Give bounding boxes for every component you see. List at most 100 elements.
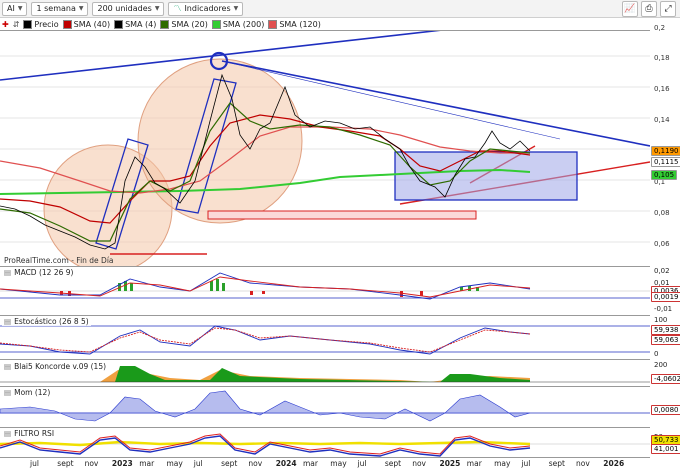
legend-item[interactable]: SMA (200)	[211, 19, 265, 29]
panel-title: Estocástico (26 8 5)	[14, 317, 89, 326]
rsi-chart	[0, 433, 650, 457]
legend-swatch	[62, 19, 72, 29]
units-label: 200 unidades	[97, 4, 152, 13]
time-axis-label: mar	[466, 459, 482, 468]
chevron-down-icon: ▼	[154, 5, 160, 12]
stoch-panel-label[interactable]: ▤ Estocástico (26 8 5)	[2, 317, 91, 326]
time-axis-label: sept	[221, 459, 238, 468]
expand-icon[interactable]: ⇵	[13, 20, 20, 29]
legend-label: SMA (120)	[279, 19, 321, 29]
time-axis: jul sept nov 2023 mar may jul sept nov 2024 mar may…	[0, 457, 650, 470]
panel-value-tag: 41,001	[651, 444, 680, 454]
chevron-down-icon: ▼	[78, 5, 84, 12]
panel-value-tag: 0,0019	[651, 292, 680, 302]
momentum-panel[interactable]	[0, 386, 650, 428]
print-icon[interactable]: ⎙	[641, 0, 657, 17]
legend-swatch	[23, 19, 33, 29]
panel-title: FILTRO RSI	[14, 429, 55, 438]
indicator-legend: ✚ ⇵ Precio SMA (40) SMA (4) SMA (20) SMA (20…	[0, 18, 652, 30]
chevron-down-icon: ▼	[233, 5, 239, 12]
time-axis-label: mar	[139, 459, 155, 468]
price-axis-label: 0,16	[654, 85, 670, 93]
legend-swatch	[160, 19, 170, 29]
price-axis-label: 0,08	[654, 209, 670, 217]
price-tag: 0,105	[651, 170, 678, 180]
price-panel[interactable]: ProRealTime.com - Fin de Día	[0, 30, 650, 267]
legend-item[interactable]: SMA (20)	[160, 19, 208, 29]
chevron-down-icon: ▼	[17, 5, 23, 12]
momentum-area	[0, 390, 531, 422]
panel-value-tag: 59,063	[651, 335, 680, 345]
legend-item[interactable]: SMA (40)	[62, 19, 111, 29]
stochastic-d-line	[0, 327, 531, 353]
legend-swatch	[114, 19, 124, 29]
range-box	[394, 151, 578, 201]
blai5-panel-label[interactable]: ▤ Blai5 Koncorde v.09 (15)	[2, 362, 109, 371]
panel-axis-label: 100	[654, 316, 668, 324]
momentum-chart	[0, 390, 650, 422]
indicators-label: Indicadores	[184, 4, 231, 13]
stochastic-panel[interactable]	[0, 315, 650, 360]
time-axis-label: may	[494, 459, 511, 468]
panel-axis-label: -0,01	[654, 305, 673, 313]
symbol-label: AI	[7, 4, 15, 13]
legend-item[interactable]: SMA (4)	[114, 19, 156, 29]
time-axis-label: jul	[30, 459, 39, 468]
time-axis-label: sept	[384, 459, 402, 468]
mom-panel-label[interactable]: ▤ Mom (12)	[2, 388, 53, 397]
price-axis-label: 0,2	[654, 24, 666, 32]
panel-settings-icon[interactable]: ▤	[4, 388, 11, 397]
macd-panel[interactable]	[0, 266, 650, 301]
panel-axis-label: 0	[654, 350, 659, 358]
toolbar: AI ▼ 1 semana ▼ 200 unidades ▼ 〽 Indicadores…	[0, 0, 680, 18]
panel-title: MACD (12 26 9)	[14, 268, 74, 277]
time-axis-label: mar	[303, 459, 318, 468]
panel-settings-icon[interactable]: ▤	[4, 317, 11, 326]
rsi-panel[interactable]	[0, 427, 650, 458]
legend-item[interactable]: SMA (120)	[268, 19, 321, 29]
time-axis-label: nov	[412, 459, 426, 468]
time-axis-label: 2026	[603, 459, 625, 468]
panel-axis-label: 200	[654, 361, 668, 369]
panel-value-tag: -4,0602	[651, 374, 680, 384]
panel-title: Mom (12)	[14, 388, 51, 397]
stochastic-k-line	[0, 325, 531, 355]
symbol-selector[interactable]: AI ▼	[2, 1, 28, 16]
macd-panel-label[interactable]: ▤ MACD (12 26 9)	[2, 268, 76, 277]
price-tag: 0,1115	[651, 157, 680, 167]
support-zone	[207, 210, 477, 220]
legend-label: SMA (20)	[171, 19, 208, 29]
add-indicator-icon[interactable]: ✚	[2, 20, 9, 29]
panel-settings-icon[interactable]: ▤	[4, 429, 11, 438]
period-selector[interactable]: 1 semana ▼	[31, 1, 89, 16]
price-axis-label: 0,06	[654, 240, 670, 248]
legend-label: SMA (40)	[73, 19, 111, 29]
time-axis-label: sept	[57, 459, 74, 468]
macd-chart	[0, 272, 650, 300]
period-label: 1 semana	[36, 4, 76, 13]
panel-value-tag: 59,938	[651, 325, 680, 335]
price-axis-label: 0,18	[654, 54, 670, 62]
time-axis-label: may	[166, 459, 183, 468]
macd-line	[0, 272, 531, 300]
panel-settings-icon[interactable]: ▤	[4, 362, 11, 371]
units-selector[interactable]: 200 unidades ▼	[92, 1, 165, 16]
panel-value-tag: 0,0080	[651, 405, 680, 415]
chart-icon[interactable]: 📈	[622, 0, 638, 17]
price-axis: 0,20,180,160,140,120,10,080,06	[652, 18, 680, 266]
time-axis-label: nov	[576, 459, 590, 468]
panel-settings-icon[interactable]: ▤	[4, 268, 11, 277]
time-axis-label: 2024	[275, 459, 297, 468]
panel-axis-label: 0,02	[654, 267, 670, 275]
panel-title: Blai5 Koncorde v.09 (15)	[14, 362, 107, 371]
indicators-button[interactable]: 〽 Indicadores ▼	[168, 1, 244, 16]
legend-label: SMA (200)	[222, 19, 265, 29]
footer-text: ProRealTime.com - Fin de Día	[4, 256, 114, 265]
stochastic-chart	[0, 325, 650, 355]
rsi-panel-label[interactable]: ▤ FILTRO RSI	[2, 429, 57, 438]
time-axis-label: jul	[521, 459, 531, 468]
legend-item[interactable]: Precio	[23, 19, 59, 29]
time-axis-label: sept	[548, 459, 565, 468]
fullscreen-icon[interactable]: ⤢	[660, 0, 676, 17]
time-axis-label: 2023	[111, 459, 133, 468]
